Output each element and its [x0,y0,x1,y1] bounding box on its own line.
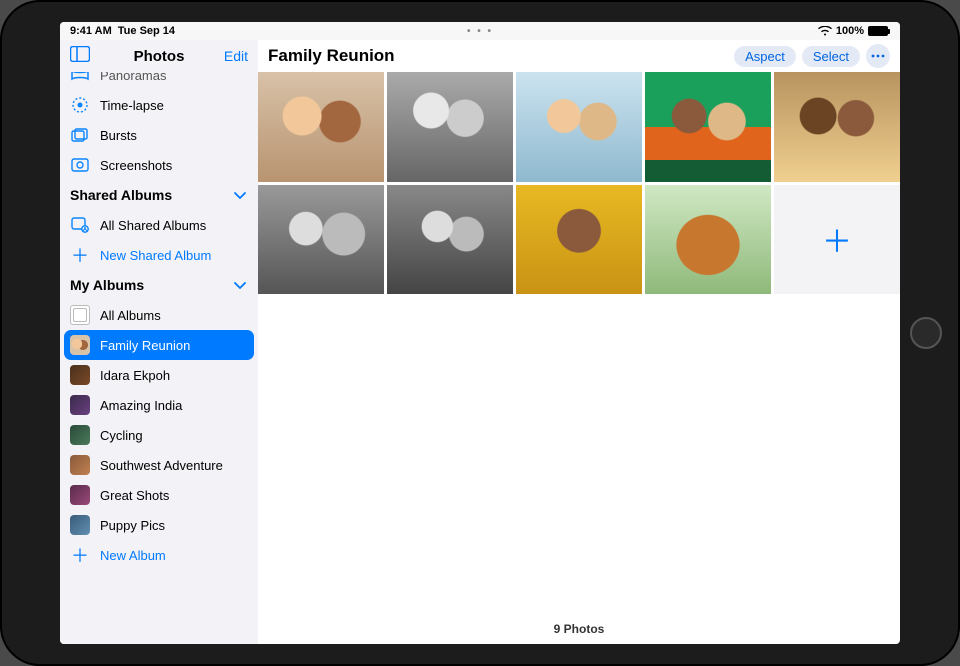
action-label: New Album [100,548,166,563]
sidebar-item-label: Idara Ekpoh [100,368,170,383]
sidebar-item-all-shared[interactable]: All Shared Albums [60,210,258,240]
status-time: 9:41 AM [70,25,112,37]
ipad-frame: 9:41 AM Tue Sep 14 • • • 100% [0,0,960,666]
sidebar-scroll[interactable]: Panoramas Time-lapse Bursts [60,72,258,644]
photo-thumbnail[interactable] [387,72,513,182]
sidebar-item-label: Great Shots [100,488,169,503]
photo-count: 9 Photos [258,616,900,644]
shared-album-icon [70,215,90,235]
home-button[interactable] [910,317,942,349]
sidebar-item-cycling[interactable]: Cycling [60,420,258,450]
section-title: My Albums [70,277,144,293]
app: Photos Edit Panoramas Time-laps [60,40,900,644]
album-thumb [70,455,90,475]
screen: 9:41 AM Tue Sep 14 • • • 100% [60,22,900,644]
sidebar-item-label: Amazing India [100,398,182,413]
battery-icon [868,26,890,36]
plus-icon: ＋ [70,245,90,265]
section-title: Shared Albums [70,187,172,203]
sidebar-toggle-icon[interactable] [70,46,90,67]
album-thumb [70,425,90,445]
sidebar-item-label: All Albums [100,308,161,323]
multitask-dots-icon[interactable]: • • • [467,26,493,37]
status-bar: 9:41 AM Tue Sep 14 • • • 100% [60,22,900,40]
photo-thumbnail[interactable] [258,72,384,182]
sidebar-item-all-albums[interactable]: All Albums [60,300,258,330]
sidebar-item-label: Time-lapse [100,98,164,113]
photo-thumbnail[interactable] [258,185,384,295]
section-my-albums[interactable]: My Albums [60,270,258,300]
photo-thumbnail[interactable] [516,185,642,295]
sidebar-item-panoramas[interactable]: Panoramas [60,72,258,90]
sidebar-item-great-shots[interactable]: Great Shots [60,480,258,510]
timelapse-icon [70,95,90,115]
photo-thumbnail[interactable] [645,72,771,182]
content: Family Reunion Aspect Select [258,40,900,644]
sidebar-item-southwest-adventure[interactable]: Southwest Adventure [60,450,258,480]
plus-icon: ＋ [822,217,852,261]
photo-thumbnail[interactable] [516,72,642,182]
add-photo-button[interactable]: ＋ [774,185,900,295]
sidebar-item-label: Bursts [100,128,137,143]
sidebar-item-idara-ekpoh[interactable]: Idara Ekpoh [60,360,258,390]
sidebar-title: Photos [134,48,185,65]
sidebar-item-label: Family Reunion [100,338,190,353]
photo-grid: ＋ [258,72,900,294]
more-button[interactable] [866,44,890,68]
sidebar-item-bursts[interactable]: Bursts [60,120,258,150]
sidebar-item-label: Southwest Adventure [100,458,223,473]
edit-button[interactable]: Edit [224,48,248,64]
album-thumb [70,365,90,385]
bursts-icon [70,125,90,145]
sidebar-item-amazing-india[interactable]: Amazing India [60,390,258,420]
sidebar: Photos Edit Panoramas Time-laps [60,40,258,644]
section-shared-albums[interactable]: Shared Albums [60,180,258,210]
panorama-icon [70,72,90,85]
screenshots-icon [70,155,90,175]
album-thumb [70,485,90,505]
album-thumb [70,515,90,535]
wifi-icon [818,26,832,36]
new-album-button[interactable]: ＋ New Album [60,540,258,570]
sidebar-item-family-reunion[interactable]: Family Reunion [64,330,254,360]
sidebar-item-label: Screenshots [100,158,172,173]
photo-thumbnail[interactable] [645,185,771,295]
albums-stack-icon [70,305,90,325]
album-thumb [70,335,90,355]
plus-icon: ＋ [70,545,90,565]
aspect-button[interactable]: Aspect [734,46,796,67]
action-label: New Shared Album [100,248,211,263]
album-thumb [70,395,90,415]
new-shared-album-button[interactable]: ＋ New Shared Album [60,240,258,270]
photo-thumbnail[interactable] [387,185,513,295]
sidebar-item-label: Panoramas [100,72,166,83]
sidebar-item-puppy-pics[interactable]: Puppy Pics [60,510,258,540]
chevron-down-icon [234,277,246,293]
sidebar-header: Photos Edit [60,40,258,72]
sidebar-item-label: Puppy Pics [100,518,165,533]
sidebar-item-screenshots[interactable]: Screenshots [60,150,258,180]
status-date: Tue Sep 14 [118,25,175,37]
photo-thumbnail[interactable] [774,72,900,182]
sidebar-item-timelapse[interactable]: Time-lapse [60,90,258,120]
content-header: Family Reunion Aspect Select [258,40,900,72]
battery-percent: 100% [836,25,864,37]
chevron-down-icon [234,187,246,203]
ellipsis-icon [871,54,885,58]
sidebar-item-label: Cycling [100,428,143,443]
sidebar-item-label: All Shared Albums [100,218,206,233]
album-title: Family Reunion [268,46,395,66]
select-button[interactable]: Select [802,46,860,67]
